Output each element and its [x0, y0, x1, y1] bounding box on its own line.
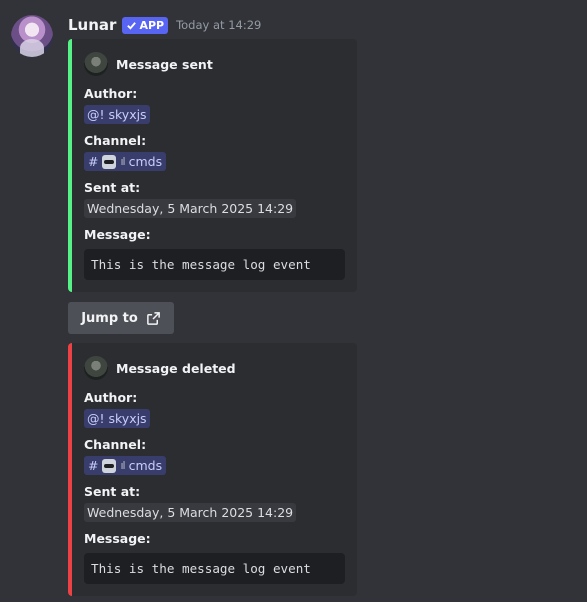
app-badge: APP — [122, 16, 169, 34]
robot-icon — [102, 154, 117, 169]
message-header: Lunar APP Today at 14:29 — [68, 14, 261, 36]
embed-message-sent: Message sent Author: @! skyxjs Channel: … — [68, 39, 357, 292]
field-name-author: Author: — [84, 86, 138, 101]
message-timestamp: Today at 14:29 — [176, 18, 262, 32]
field-name-message: Message: — [84, 227, 151, 242]
external-link-icon — [146, 311, 160, 325]
robot-icon — [102, 458, 117, 473]
jump-to-label: Jump to — [81, 310, 138, 326]
embed-author: Message deleted — [84, 355, 345, 381]
author-avatar-icon — [84, 52, 108, 76]
field-name-message: Message: — [84, 531, 151, 546]
embed-author: Message sent — [84, 51, 345, 77]
bot-avatar[interactable] — [11, 15, 53, 57]
embed-message-deleted: Message deleted Author: @! skyxjs Channe… — [68, 343, 357, 596]
field-name-channel: Channel: — [84, 437, 147, 452]
check-icon — [127, 21, 137, 30]
embed-title: Message deleted — [116, 360, 236, 376]
hash-icon: # — [88, 154, 99, 169]
channel-divider: ıl — [120, 155, 125, 168]
field-name-sent-at: Sent at: — [84, 180, 141, 195]
user-mention[interactable]: @! skyxjs — [84, 105, 150, 124]
channel-mention[interactable]: # ıl cmds — [84, 152, 167, 171]
hash-icon: # — [88, 458, 99, 473]
jump-to-button[interactable]: Jump to — [68, 302, 174, 334]
user-mention[interactable]: @! skyxjs — [84, 409, 150, 428]
channel-name: cmds — [128, 154, 163, 169]
sent-at-timestamp[interactable]: Wednesday, 5 March 2025 14:29 — [84, 503, 297, 522]
app-badge-label: APP — [139, 18, 165, 32]
embed-title: Message sent — [116, 56, 213, 72]
field-name-channel: Channel: — [84, 133, 147, 148]
author-avatar-icon — [84, 356, 108, 380]
message-codeblock: This is the message log event — [84, 249, 345, 280]
sent-at-timestamp[interactable]: Wednesday, 5 March 2025 14:29 — [84, 199, 297, 218]
channel-mention[interactable]: # ıl cmds — [84, 456, 167, 475]
field-name-author: Author: — [84, 390, 138, 405]
message-codeblock: This is the message log event — [84, 553, 345, 584]
channel-name: cmds — [128, 458, 163, 473]
channel-divider: ıl — [120, 459, 125, 472]
username[interactable]: Lunar — [68, 16, 116, 34]
field-name-sent-at: Sent at: — [84, 484, 141, 499]
